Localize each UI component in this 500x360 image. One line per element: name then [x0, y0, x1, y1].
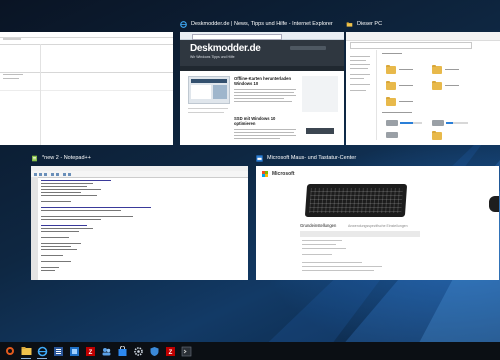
word-icon	[53, 346, 63, 356]
app-icon	[69, 346, 79, 356]
svg-text:Z: Z	[88, 350, 92, 356]
shield-icon	[150, 346, 158, 356]
folder-icon[interactable]	[386, 64, 396, 74]
taskbar-filezilla[interactable]: Z	[83, 344, 97, 358]
drive-icon[interactable]	[386, 132, 398, 138]
explorer-ribbon	[346, 32, 500, 41]
taskbar-app-blue[interactable]	[67, 344, 81, 358]
taskbar-gear[interactable]	[131, 344, 145, 358]
taskbar-word[interactable]	[51, 344, 65, 358]
mouse-image	[489, 196, 499, 212]
article-headline-2[interactable]: SSD mit Windows 10 optimieren	[234, 116, 296, 126]
article-headline[interactable]: Offline-Karten herunterladen Windows 10	[234, 76, 296, 86]
taskbar-ie[interactable]	[35, 344, 49, 359]
window-title-text: Dieser PC	[357, 21, 383, 27]
window-title-mk-center[interactable]: Microsoft Maus- und Tastatur-Center	[256, 150, 356, 166]
notepad-toolbar	[31, 171, 248, 178]
section-title[interactable]: Grundeinstellungen	[300, 223, 336, 228]
notepad-plus-icon	[32, 155, 37, 161]
sidebar-button[interactable]	[306, 128, 334, 134]
taskbar-explorer[interactable]	[19, 344, 33, 359]
start-button[interactable]	[3, 344, 17, 358]
folder-icon[interactable]	[386, 96, 396, 106]
window-title-explorer[interactable]: Dieser PC	[346, 16, 382, 32]
window-thumbnail-notepad[interactable]	[31, 166, 248, 280]
site-logo: Deskmodder.de	[190, 43, 261, 54]
window-title-text: Deskmodder.de | News, Tipps und Hilfe - …	[191, 21, 333, 27]
window-title-ie[interactable]: Deskmodder.de | News, Tipps und Hilfe - …	[180, 16, 333, 32]
window-thumbnail-explorer[interactable]	[346, 32, 500, 145]
svg-text:Z: Z	[168, 350, 172, 356]
taskbar-terminal[interactable]	[179, 344, 193, 358]
keyboard-image	[304, 184, 408, 217]
microsoft-logo-icon	[262, 171, 268, 177]
explorer-nav-pane	[346, 50, 377, 140]
filezilla-icon: Z	[165, 346, 175, 356]
folder-icon[interactable]	[432, 64, 442, 74]
site-search	[290, 46, 326, 50]
folder-icon	[21, 347, 31, 355]
ie-icon	[37, 346, 47, 356]
folder-icon[interactable]	[432, 130, 442, 140]
window-title-notepad[interactable]: *new 2 - Notepad++	[31, 150, 91, 166]
site-nav	[180, 66, 344, 71]
terminal-icon	[181, 346, 191, 356]
filezilla-icon: Z	[85, 346, 95, 356]
taskbar-people[interactable]	[99, 344, 113, 358]
article-image	[188, 76, 230, 104]
window-thumbnail-mk-center[interactable]: Microsoft Grundeinstellungen Anwendungss…	[256, 166, 499, 280]
sidebar-box	[302, 76, 338, 112]
gear-icon	[133, 346, 143, 356]
folder-icon[interactable]	[432, 80, 442, 90]
ie-address-bar[interactable]	[192, 33, 282, 40]
start-icon	[6, 347, 14, 355]
taskbar: Z Z	[0, 342, 500, 360]
store-icon	[118, 345, 126, 356]
people-icon	[102, 347, 110, 355]
window-thumbnail-left[interactable]	[0, 32, 173, 145]
window-title-text: Microsoft Maus- und Tastatur-Center	[267, 155, 357, 161]
mouse-keyboard-center-icon	[256, 154, 263, 162]
tab-app-settings[interactable]: Anwendungsspezifische Einstellungen	[348, 224, 408, 228]
window-title-text: *new 2 - Notepad++	[42, 155, 91, 161]
taskbar-shield[interactable]	[147, 344, 161, 358]
drive-icon[interactable]	[432, 120, 444, 126]
taskbar-filezilla-2[interactable]: Z	[163, 344, 177, 358]
brand-label: Microsoft	[272, 171, 295, 177]
site-tagline: Wir Windows Tipps und Hilfe	[190, 55, 235, 59]
ie-icon	[180, 20, 187, 28]
explorer-address-bar[interactable]	[350, 42, 472, 49]
folder-icon[interactable]	[386, 80, 396, 90]
drive-icon[interactable]	[386, 120, 398, 126]
file-explorer-icon	[346, 21, 353, 27]
settings-row[interactable]	[300, 231, 420, 237]
window-thumbnail-ie[interactable]: Deskmodder.de Wir Windows Tipps und Hilf…	[180, 32, 344, 145]
line-number-gutter	[31, 177, 38, 280]
ie-toolbar	[180, 32, 344, 40]
taskbar-store[interactable]	[115, 344, 129, 358]
